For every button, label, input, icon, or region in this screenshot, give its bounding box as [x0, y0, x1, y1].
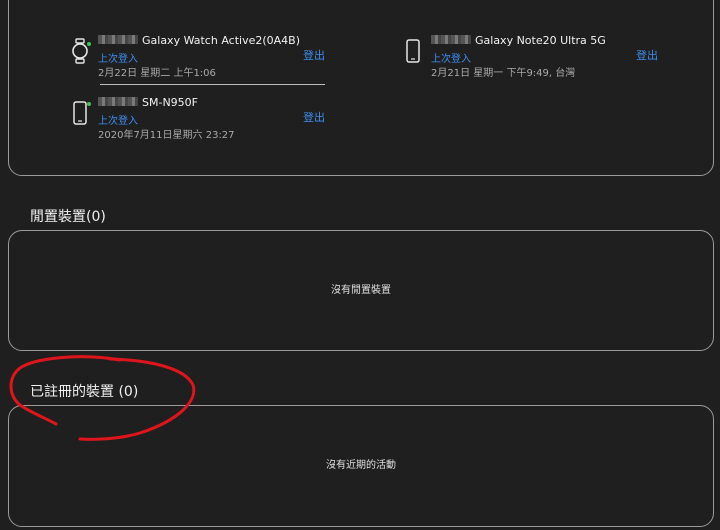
logout-button-watch[interactable]: 登出 [303, 47, 325, 63]
registered-devices-empty-message: 沒有近期的活動 [326, 460, 396, 471]
redacted-text [431, 35, 471, 44]
last-login-time: 2月22日 星期二 上午1:06 [98, 68, 216, 79]
registered-devices-card: 沒有近期的活動 [8, 405, 714, 527]
redacted-text [98, 35, 138, 44]
signed-in-devices-card [8, 0, 714, 176]
last-login-label: 上次登入 [431, 54, 471, 65]
device-name: Galaxy Note20 Ultra 5G [431, 34, 606, 50]
device-item-watch: Galaxy Watch Active2(0A4B) 上次登入 2月22日 星期… [70, 34, 320, 79]
idle-devices-card: 沒有閒置裝置 [8, 230, 714, 351]
device-item-note20: Galaxy Note20 Ultra 5G 上次登入 2月21日 星期一 下午… [403, 34, 653, 79]
last-login-label: 上次登入 [98, 54, 138, 65]
redacted-text [98, 97, 138, 106]
last-login-label: 上次登入 [98, 116, 138, 127]
last-login-time: 2020年7月11日星期六 23:27 [98, 130, 235, 141]
idle-devices-title: 閒置裝置(0) [30, 209, 106, 225]
online-status-dot [87, 42, 91, 46]
device-name: Galaxy Watch Active2(0A4B) [98, 34, 300, 50]
registered-devices-title: 已註冊的裝置 (0) [30, 384, 139, 400]
device-item-sm-n950f: SM-N950F 上次登入 2020年7月11日星期六 23:27 [70, 96, 320, 141]
device-divider [100, 84, 325, 85]
logout-button-note20[interactable]: 登出 [636, 47, 658, 63]
last-login-time: 2月21日 星期一 下午9:49, 台灣 [431, 68, 576, 79]
online-status-dot [87, 102, 91, 106]
logout-button-sm-n950f[interactable]: 登出 [303, 109, 325, 125]
idle-devices-empty-message: 沒有閒置裝置 [331, 285, 391, 296]
device-name: SM-N950F [98, 96, 198, 112]
smartphone-icon [406, 39, 420, 63]
